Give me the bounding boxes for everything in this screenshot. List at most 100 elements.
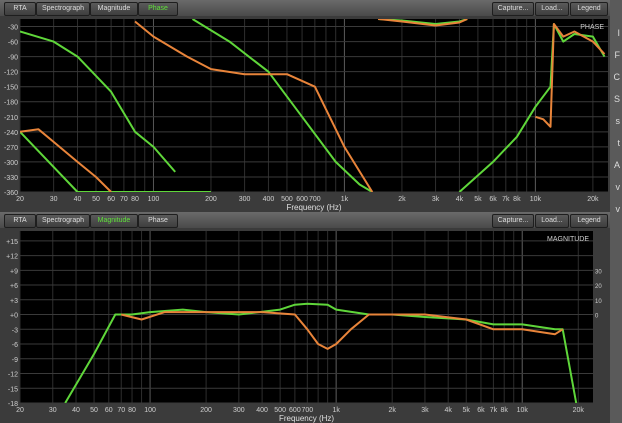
- y-tick-label: -180: [4, 100, 18, 107]
- y-tick-label: +0: [10, 313, 18, 320]
- x-tick-label: 5k: [463, 407, 471, 414]
- y-tick-label: -330: [4, 175, 18, 182]
- plot-area: [20, 19, 608, 192]
- tab-rta[interactable]: RTA: [4, 2, 36, 16]
- y2-tick-label: 10: [595, 299, 602, 305]
- x-tick-label: 1k: [341, 196, 349, 203]
- legend-button[interactable]: Legend: [570, 214, 608, 228]
- x-tick-label: 2k: [388, 407, 396, 414]
- x-tick-label: 20k: [573, 407, 585, 414]
- magnitude-panel: RTA Spectrograph Magnitude Phase Capture…: [0, 212, 610, 423]
- phase-chart: -30 -60 -90 -120 -150 -180 -210 -240 -270 -300 -33…: [0, 16, 610, 212]
- y-tick-label: -270: [4, 145, 18, 152]
- y-tick-label: +9: [10, 268, 18, 275]
- x-tick-label: 100: [144, 407, 156, 414]
- tab-spectrograph[interactable]: Spectrograph: [36, 2, 90, 16]
- corner-label: PHASE: [580, 24, 604, 31]
- y-tick-label: +15: [6, 239, 18, 246]
- y-tick-label: -6: [12, 342, 18, 349]
- x-tick-label: 60: [107, 196, 115, 203]
- side-char: v: [615, 204, 621, 214]
- side-char: C: [613, 72, 621, 82]
- x-tick-label: 30: [49, 407, 57, 414]
- x-tick-label: 40: [74, 196, 82, 203]
- x-tick-label: 20: [16, 196, 24, 203]
- side-char: s: [615, 116, 621, 126]
- x-tick-label: 50: [90, 407, 98, 414]
- x-tick-label: 100: [148, 196, 160, 203]
- x-tick-label: 200: [205, 196, 217, 203]
- load-button[interactable]: Load...: [535, 214, 569, 228]
- x-axis-label: Frequency (Hz): [279, 414, 334, 423]
- side-char: t: [617, 138, 620, 148]
- capture-button[interactable]: Capture...: [492, 2, 534, 16]
- x-tick-label: 3k: [421, 407, 429, 414]
- magnitude-chart: +15+12+9+6+3+0-3-6-9-12-15-18302010020 30…: [0, 228, 610, 423]
- tab-magnitude[interactable]: Magnitude: [90, 2, 138, 16]
- side-char: I: [617, 28, 620, 38]
- legend-button[interactable]: Legend: [570, 2, 608, 16]
- x-tick-label: 3k: [432, 196, 440, 203]
- y-tick-label: -30: [8, 25, 18, 32]
- corner-label: MAGNITUDE: [547, 236, 589, 243]
- load-button[interactable]: Load...: [535, 2, 569, 16]
- phase-panel: RTA Spectrograph Magnitude Phase Capture…: [0, 0, 610, 212]
- x-tick-label: 10k: [530, 196, 542, 203]
- tab-phase[interactable]: Phase: [138, 214, 178, 228]
- capture-button[interactable]: Capture...: [492, 214, 534, 228]
- x-tick-label: 6k: [477, 407, 485, 414]
- y-tick-label: +6: [10, 283, 18, 290]
- phase-toolbar: RTA Spectrograph Magnitude Phase Capture…: [0, 0, 610, 17]
- x-tick-label: 20: [16, 407, 24, 414]
- x-tick-label: 2k: [398, 196, 406, 203]
- x-tick-label: 70: [117, 407, 125, 414]
- x-tick-label: 500: [274, 407, 286, 414]
- y2-tick-label: 20: [595, 284, 602, 290]
- y-tick-label: -9: [12, 357, 18, 364]
- y-tick-label: -15: [8, 386, 18, 393]
- tab-magnitude[interactable]: Magnitude: [90, 214, 138, 228]
- y-tick-label: +3: [10, 298, 18, 305]
- side-char: v: [615, 182, 621, 192]
- y-tick-label: -3: [12, 327, 18, 334]
- x-tick-label: 600: [296, 196, 308, 203]
- x-tick-label: 50: [92, 196, 100, 203]
- x-tick-label: 8k: [501, 407, 509, 414]
- x-tick-label: 5k: [474, 196, 482, 203]
- x-tick-label: 10k: [517, 407, 529, 414]
- x-tick-label: 700: [301, 407, 313, 414]
- y-tick-label: -90: [8, 55, 18, 62]
- y-tick-label: -60: [8, 40, 18, 47]
- x-tick-label: 6k: [489, 196, 497, 203]
- x-tick-label: 300: [239, 196, 251, 203]
- y-tick-label: -300: [4, 160, 18, 167]
- x-tick-label: 1k: [332, 407, 340, 414]
- x-tick-label: 7k: [502, 196, 510, 203]
- y-tick-label: -210: [4, 115, 18, 122]
- y-tick-label: -150: [4, 85, 18, 92]
- x-tick-label: 200: [200, 407, 212, 414]
- y-tick-label: -120: [4, 70, 18, 77]
- x-tick-label: 500: [281, 196, 293, 203]
- magnitude-plot[interactable]: +15 +12 +9 +6 +3 +0 -3 -6 -9 -12 -15 -18 30 20 10 0 20 30…: [0, 228, 610, 423]
- y-tick-label: -12: [8, 372, 18, 379]
- x-tick-label: 400: [263, 196, 275, 203]
- x-tick-label: 4k: [444, 407, 452, 414]
- side-char: F: [614, 50, 621, 60]
- x-tick-label: 70: [120, 196, 128, 203]
- x-tick-label: 20k: [587, 196, 599, 203]
- x-tick-label: 8k: [513, 196, 521, 203]
- magnitude-toolbar: RTA Spectrograph Magnitude Phase Capture…: [0, 212, 610, 229]
- phase-plot[interactable]: -30 -60 -90 -120 -150 -180 -210 -240 -270 -300 -33…: [0, 16, 610, 212]
- y2-tick-label: 30: [595, 269, 602, 275]
- x-tick-label: 700: [309, 196, 321, 203]
- x-tick-label: 600: [289, 407, 301, 414]
- x-tick-label: 4k: [456, 196, 464, 203]
- tab-spectrograph[interactable]: Spectrograph: [36, 214, 90, 228]
- x-tick-label: 60: [105, 407, 113, 414]
- x-tick-label: 300: [233, 407, 245, 414]
- tab-phase[interactable]: Phase: [138, 2, 178, 16]
- x-tick-label: 40: [72, 407, 80, 414]
- x-tick-label: 400: [256, 407, 268, 414]
- tab-rta[interactable]: RTA: [4, 214, 36, 228]
